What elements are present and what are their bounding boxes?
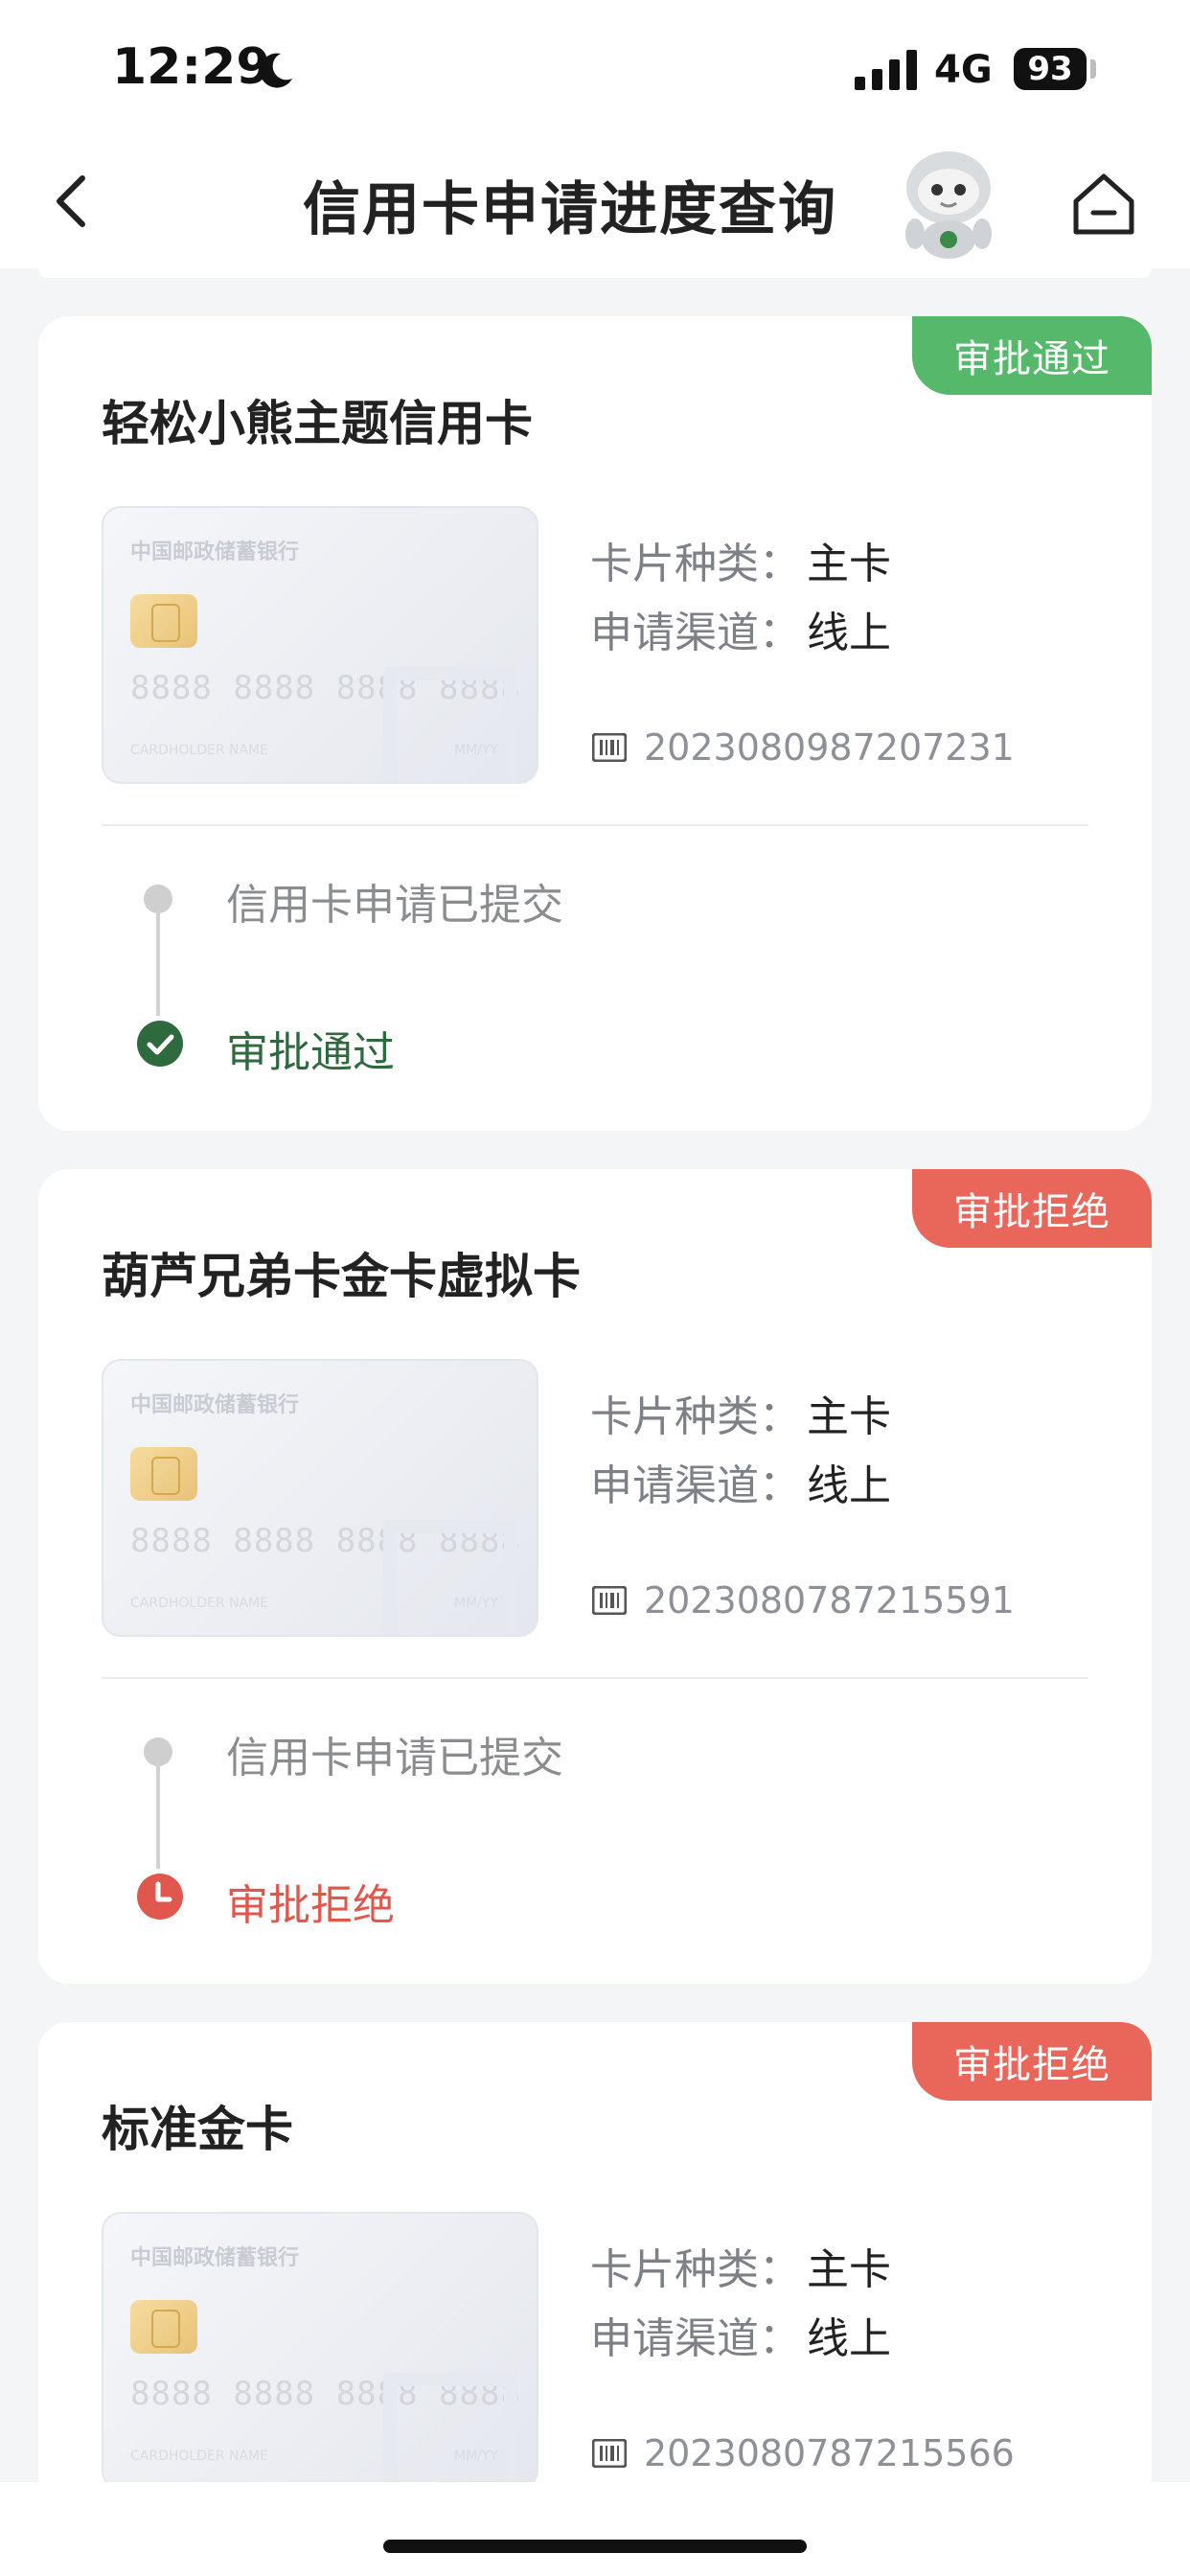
battery-level: 93 — [1027, 50, 1073, 88]
order-number-row: 2023080787215566 — [592, 2432, 1015, 2474]
application-card[interactable]: 审批拒绝 标准金卡 中国邮政储蓄银行 8888 8888 8888 8888 C… — [38, 2022, 1152, 2559]
divider — [102, 824, 1088, 826]
bottom-safe-area — [0, 2482, 1190, 2576]
divider — [102, 1677, 1088, 1679]
card-title: 葫芦兄弟卡金卡虚拟卡 — [102, 1249, 581, 1304]
card-holder-placeholder: CARDHOLDER NAME — [130, 743, 268, 758]
card-type-row: 卡片种类： 主卡 — [590, 529, 891, 590]
card-logo-watermark — [383, 1520, 517, 1635]
home-icon[interactable] — [1068, 169, 1139, 240]
card-bank-name: 中国邮政储蓄银行 — [130, 1393, 300, 1417]
moon-icon — [260, 53, 292, 88]
barcode-icon — [592, 1586, 627, 1615]
home-indicator[interactable] — [383, 2540, 807, 2553]
channel-label: 申请渠道： — [590, 1461, 801, 1510]
timeline-dot — [144, 885, 172, 913]
card-title: 轻松小熊主题信用卡 — [102, 396, 533, 451]
card-logo-watermark — [383, 667, 517, 782]
order-number: 2023080787215591 — [644, 1579, 1015, 1622]
card-type-label: 卡片种类： — [590, 2245, 801, 2294]
channel-row: 申请渠道： 线上 — [590, 2304, 891, 2365]
card-image: 中国邮政储蓄银行 8888 8888 8888 8888 CARDHOLDER … — [102, 2212, 538, 2490]
chip-icon — [130, 594, 197, 648]
card-image: 中国邮政储蓄银行 8888 8888 8888 8888 CARDHOLDER … — [102, 1359, 538, 1637]
timeline-step-submitted: 信用卡申请已提交 — [226, 881, 563, 930]
chip-icon — [130, 1447, 197, 1501]
status-bar: 12:29 4G 93 — [0, 0, 1190, 134]
order-number-row: 2023080987207231 — [592, 726, 1015, 769]
check-circle-icon — [137, 1021, 183, 1067]
card-image: 中国邮政储蓄银行 8888 8888 8888 8888 CARDHOLDER … — [102, 506, 538, 784]
card-title: 标准金卡 — [102, 2102, 293, 2157]
network-label: 4G — [934, 48, 993, 92]
application-card[interactable]: 审批拒绝 葫芦兄弟卡金卡虚拟卡 中国邮政储蓄银行 8888 8888 8888 … — [38, 1169, 1152, 1984]
timeline-line — [156, 910, 160, 1016]
signal-icon — [855, 50, 917, 90]
card-type-value: 主卡 — [807, 1392, 891, 1441]
timeline-step-submitted: 信用卡申请已提交 — [226, 1734, 563, 1782]
barcode-icon — [592, 733, 627, 762]
card-type-value: 主卡 — [807, 2245, 891, 2294]
channel-value: 线上 — [807, 1461, 891, 1510]
timeline-step-result: 审批通过 — [226, 1028, 395, 1077]
card-logo-watermark — [383, 2373, 517, 2488]
card-type-label: 卡片种类： — [590, 1392, 801, 1441]
order-number: 2023080987207231 — [644, 726, 1015, 769]
timeline-step-result: 审批拒绝 — [226, 1881, 395, 1930]
battery-tip — [1090, 59, 1096, 79]
nav-bar: 信用卡申请进度查询 — [0, 134, 1190, 268]
card-holder-placeholder: CARDHOLDER NAME — [130, 1596, 268, 1611]
status-time: 12:29 — [112, 38, 271, 96]
channel-label: 申请渠道： — [590, 609, 801, 657]
timeline-line — [156, 1763, 160, 1869]
channel-value: 线上 — [807, 609, 891, 657]
battery-icon: 93 — [1014, 48, 1087, 90]
chip-icon — [130, 2300, 197, 2354]
order-number: 2023080787215566 — [644, 2432, 1015, 2474]
robot-assistant-icon[interactable] — [896, 146, 1001, 259]
card-bank-name: 中国邮政储蓄银行 — [130, 2246, 300, 2270]
clock-icon — [137, 1874, 183, 1920]
timeline-dot — [144, 1737, 172, 1766]
card-type-row: 卡片种类： 主卡 — [590, 2235, 891, 2296]
status-badge-approved: 审批通过 — [912, 316, 1152, 395]
channel-value: 线上 — [807, 2314, 891, 2363]
card-type-label: 卡片种类： — [590, 540, 801, 588]
card-bank-name: 中国邮政储蓄银行 — [130, 540, 300, 564]
channel-row: 申请渠道： 线上 — [590, 1451, 891, 1512]
card-holder-placeholder: CARDHOLDER NAME — [130, 2449, 268, 2464]
status-badge-rejected: 审批拒绝 — [912, 2022, 1152, 2101]
application-card[interactable]: 审批通过 轻松小熊主题信用卡 中国邮政储蓄银行 8888 8888 8888 8… — [38, 316, 1152, 1131]
card-type-row: 卡片种类： 主卡 — [590, 1382, 891, 1443]
order-number-row: 2023080787215591 — [592, 1579, 1015, 1622]
barcode-icon — [592, 2439, 627, 2468]
card-type-value: 主卡 — [807, 540, 891, 588]
previous-card-edge — [38, 268, 1152, 278]
status-badge-rejected: 审批拒绝 — [912, 1169, 1152, 1248]
channel-label: 申请渠道： — [590, 2314, 801, 2363]
channel-row: 申请渠道： 线上 — [590, 598, 891, 659]
